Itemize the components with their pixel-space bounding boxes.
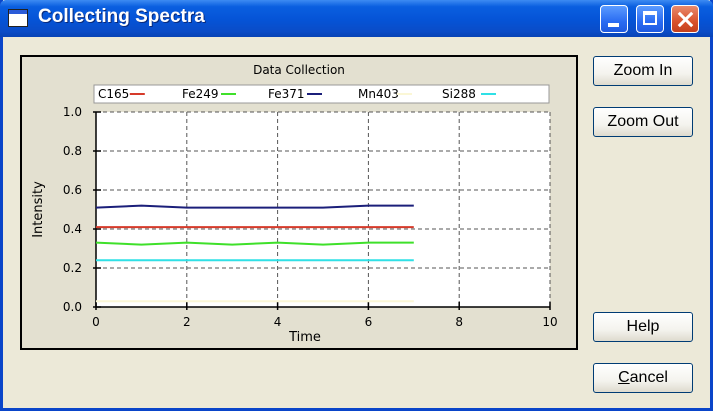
y-tick-label: 0.0: [63, 300, 82, 314]
plot-area: [96, 112, 550, 307]
x-tick-label: 10: [542, 315, 557, 329]
x-tick-label: 6: [365, 315, 373, 329]
window-icon: [8, 9, 28, 27]
collecting-spectra-window: Collecting Spectra 0 2 4 6 8 10 0.0 0.2 0.4 0.6 0.…: [0, 0, 713, 411]
data-collection-chart: 0 2 4 6 8 10 0.0 0.2 0.4 0.6 0.8 1.0 Data Collection…: [31, 63, 558, 345]
zoom-in-button[interactable]: Zoom In: [593, 56, 693, 86]
legend-label: Fe249: [182, 87, 219, 101]
legend-label: Mn403: [358, 87, 399, 101]
x-tick-label: 8: [455, 315, 463, 329]
y-tick-label: 0.6: [63, 183, 82, 197]
cancel-label-rest: ancel: [629, 369, 668, 386]
y-tick-label: 1.0: [63, 105, 82, 119]
minimize-button[interactable]: [600, 5, 628, 33]
chart-panel: 0 2 4 6 8 10 0.0 0.2 0.4 0.6 0.8 1.0 Data Collection…: [20, 55, 578, 350]
x-tick-label: 2: [183, 315, 191, 329]
cancel-mnemonic: C: [618, 369, 630, 386]
y-tick-label: 0.4: [63, 222, 82, 236]
y-tick-label: 0.2: [63, 261, 82, 275]
window-title: Collecting Spectra: [38, 6, 205, 27]
x-tick-label: 0: [92, 315, 100, 329]
x-tick-label: 4: [274, 315, 282, 329]
legend-label: Si288: [442, 87, 476, 101]
cancel-button[interactable]: Cancel: [593, 363, 693, 393]
title-bar[interactable]: Collecting Spectra: [0, 0, 713, 37]
legend-label: Fe371: [268, 87, 305, 101]
close-button[interactable]: [671, 5, 699, 33]
y-tick-label: 0.8: [63, 144, 82, 158]
zoom-out-button[interactable]: Zoom Out: [593, 107, 693, 137]
y-axis-label: Intensity: [31, 181, 46, 238]
x-axis-label: Time: [288, 330, 321, 345]
chart-title: Data Collection: [253, 63, 345, 77]
help-button[interactable]: Help: [593, 312, 693, 342]
legend-label: C165: [98, 87, 129, 101]
maximize-button[interactable]: [636, 5, 664, 33]
